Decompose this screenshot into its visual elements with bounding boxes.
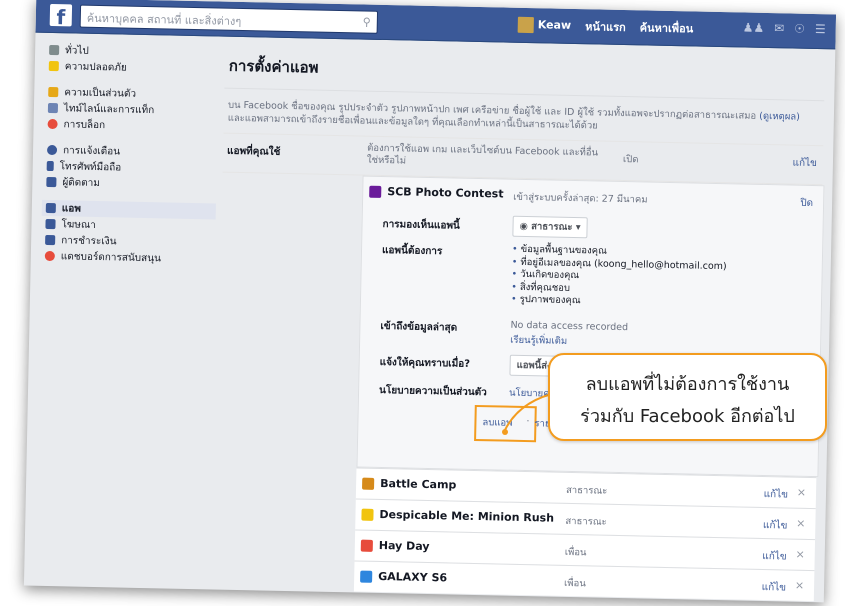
callout-pointer [502, 391, 561, 435]
callout-line-2: ร่วมกับ Facebook อีกต่อไป [580, 406, 795, 427]
callout-line-1: ลบแอพที่ไม่ต้องการใช้งาน [585, 374, 790, 395]
annotation-callout: ลบแอพที่ไม่ต้องการใช้งาน ร่วมกับ Faceboo… [548, 353, 827, 441]
